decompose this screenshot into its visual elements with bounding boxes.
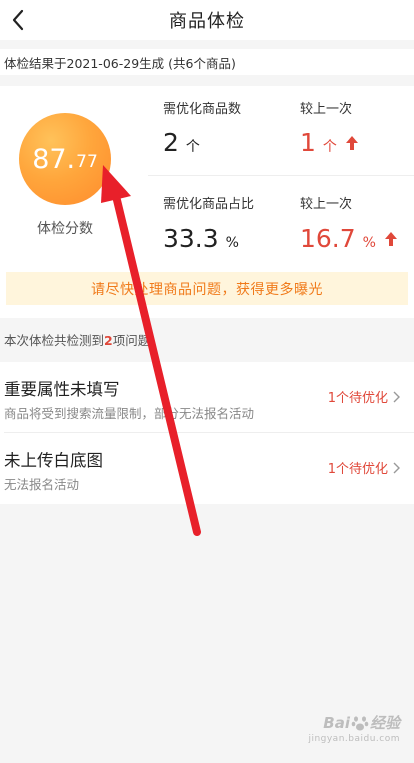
issue-title: 重要属性未填写 — [4, 380, 120, 399]
count-compare-unit: 个 — [322, 139, 337, 155]
optimize-link[interactable]: 1个待优化 — [328, 458, 400, 477]
ratio-metric-value: 33.3 % — [163, 224, 239, 253]
score-decimal: 77 — [76, 151, 98, 172]
optimize-link[interactable]: 1个待优化 — [328, 387, 400, 406]
ratio-unit: % — [225, 235, 239, 251]
ratio-compare-value: 16.7 % — [300, 224, 397, 253]
nav-header: 商品体检 — [0, 0, 414, 40]
issue-row[interactable]: 未上传白底图 无法报名活动 1个待优化 — [0, 433, 414, 504]
detect-suffix: 项问题 — [112, 333, 151, 348]
ratio-value: 33.3 — [163, 224, 219, 253]
optimize-link-label: 1个待优化 — [327, 391, 388, 406]
score-circle: 87. 77 — [19, 113, 111, 205]
watermark-right: 经验 — [369, 714, 400, 732]
ratio-metric-label: 需优化商品占比 — [163, 197, 255, 212]
ratio-compare-label: 较上一次 — [300, 197, 353, 212]
detect-count: 2 — [104, 333, 113, 348]
score-integer: 87. — [32, 143, 76, 175]
chevron-right-icon — [393, 391, 400, 402]
watermark-left: Bai — [323, 713, 350, 732]
result-date-text: 体检结果于2021-06-29生成 (共6个商品) — [4, 55, 236, 71]
ratio-compare-unit: % — [362, 235, 376, 251]
paw-icon — [351, 715, 369, 730]
issue-desc: 商品将受到搜索流量限制，部分无法报名活动 — [4, 406, 255, 421]
ratio-compare-number: 16.7 — [300, 224, 356, 253]
chevron-left-icon[interactable] — [11, 9, 25, 31]
detect-prefix: 本次体检共检测到 — [4, 333, 105, 348]
count-value: 2 — [163, 128, 179, 157]
metrics-divider — [148, 175, 414, 176]
arrow-up-icon — [345, 135, 358, 150]
optimize-link-label: 1个待优化 — [327, 462, 388, 477]
back-button[interactable] — [4, 6, 32, 34]
summary-card: 87. 77 体检分数 需优化商品数 2 个 较上一次 1 个 需优化商品占比 3… — [0, 86, 414, 318]
count-compare-value: 1 个 — [300, 128, 358, 157]
issues-list: 重要属性未填写 商品将受到搜索流量限制，部分无法报名活动 1个待优化 未上传白底… — [0, 362, 414, 504]
screen: 商品体检 体检结果于2021-06-29生成 (共6个商品) 87. 77 体检分… — [0, 0, 414, 763]
count-metric-label: 需优化商品数 — [163, 102, 242, 117]
result-date-bar: 体检结果于2021-06-29生成 (共6个商品) — [0, 49, 414, 75]
arrow-up-icon — [384, 231, 397, 246]
count-compare-number: 1 — [300, 128, 316, 157]
score-label: 体检分数 — [37, 221, 93, 237]
chevron-right-icon — [393, 462, 400, 473]
detect-count-line: 本次体检共检测到2项问题 — [4, 330, 150, 349]
issue-desc: 无法报名活动 — [4, 477, 80, 492]
count-unit: 个 — [185, 139, 200, 155]
page-title: 商品体检 — [169, 11, 245, 32]
watermark-logo: Bai 经验 — [323, 712, 400, 733]
count-metric-value: 2 个 — [163, 128, 200, 157]
issue-title: 未上传白底图 — [4, 451, 103, 470]
tip-banner: 请尽快处理商品问题，获得更多曝光 — [6, 272, 408, 305]
issue-row[interactable]: 重要属性未填写 商品将受到搜索流量限制，部分无法报名活动 1个待优化 — [0, 362, 414, 433]
watermark-url: jingyan.baidu.com — [308, 734, 400, 744]
baidu-watermark: Bai 经验 jingyan.baidu.com — [308, 712, 400, 745]
count-compare-label: 较上一次 — [300, 102, 353, 117]
